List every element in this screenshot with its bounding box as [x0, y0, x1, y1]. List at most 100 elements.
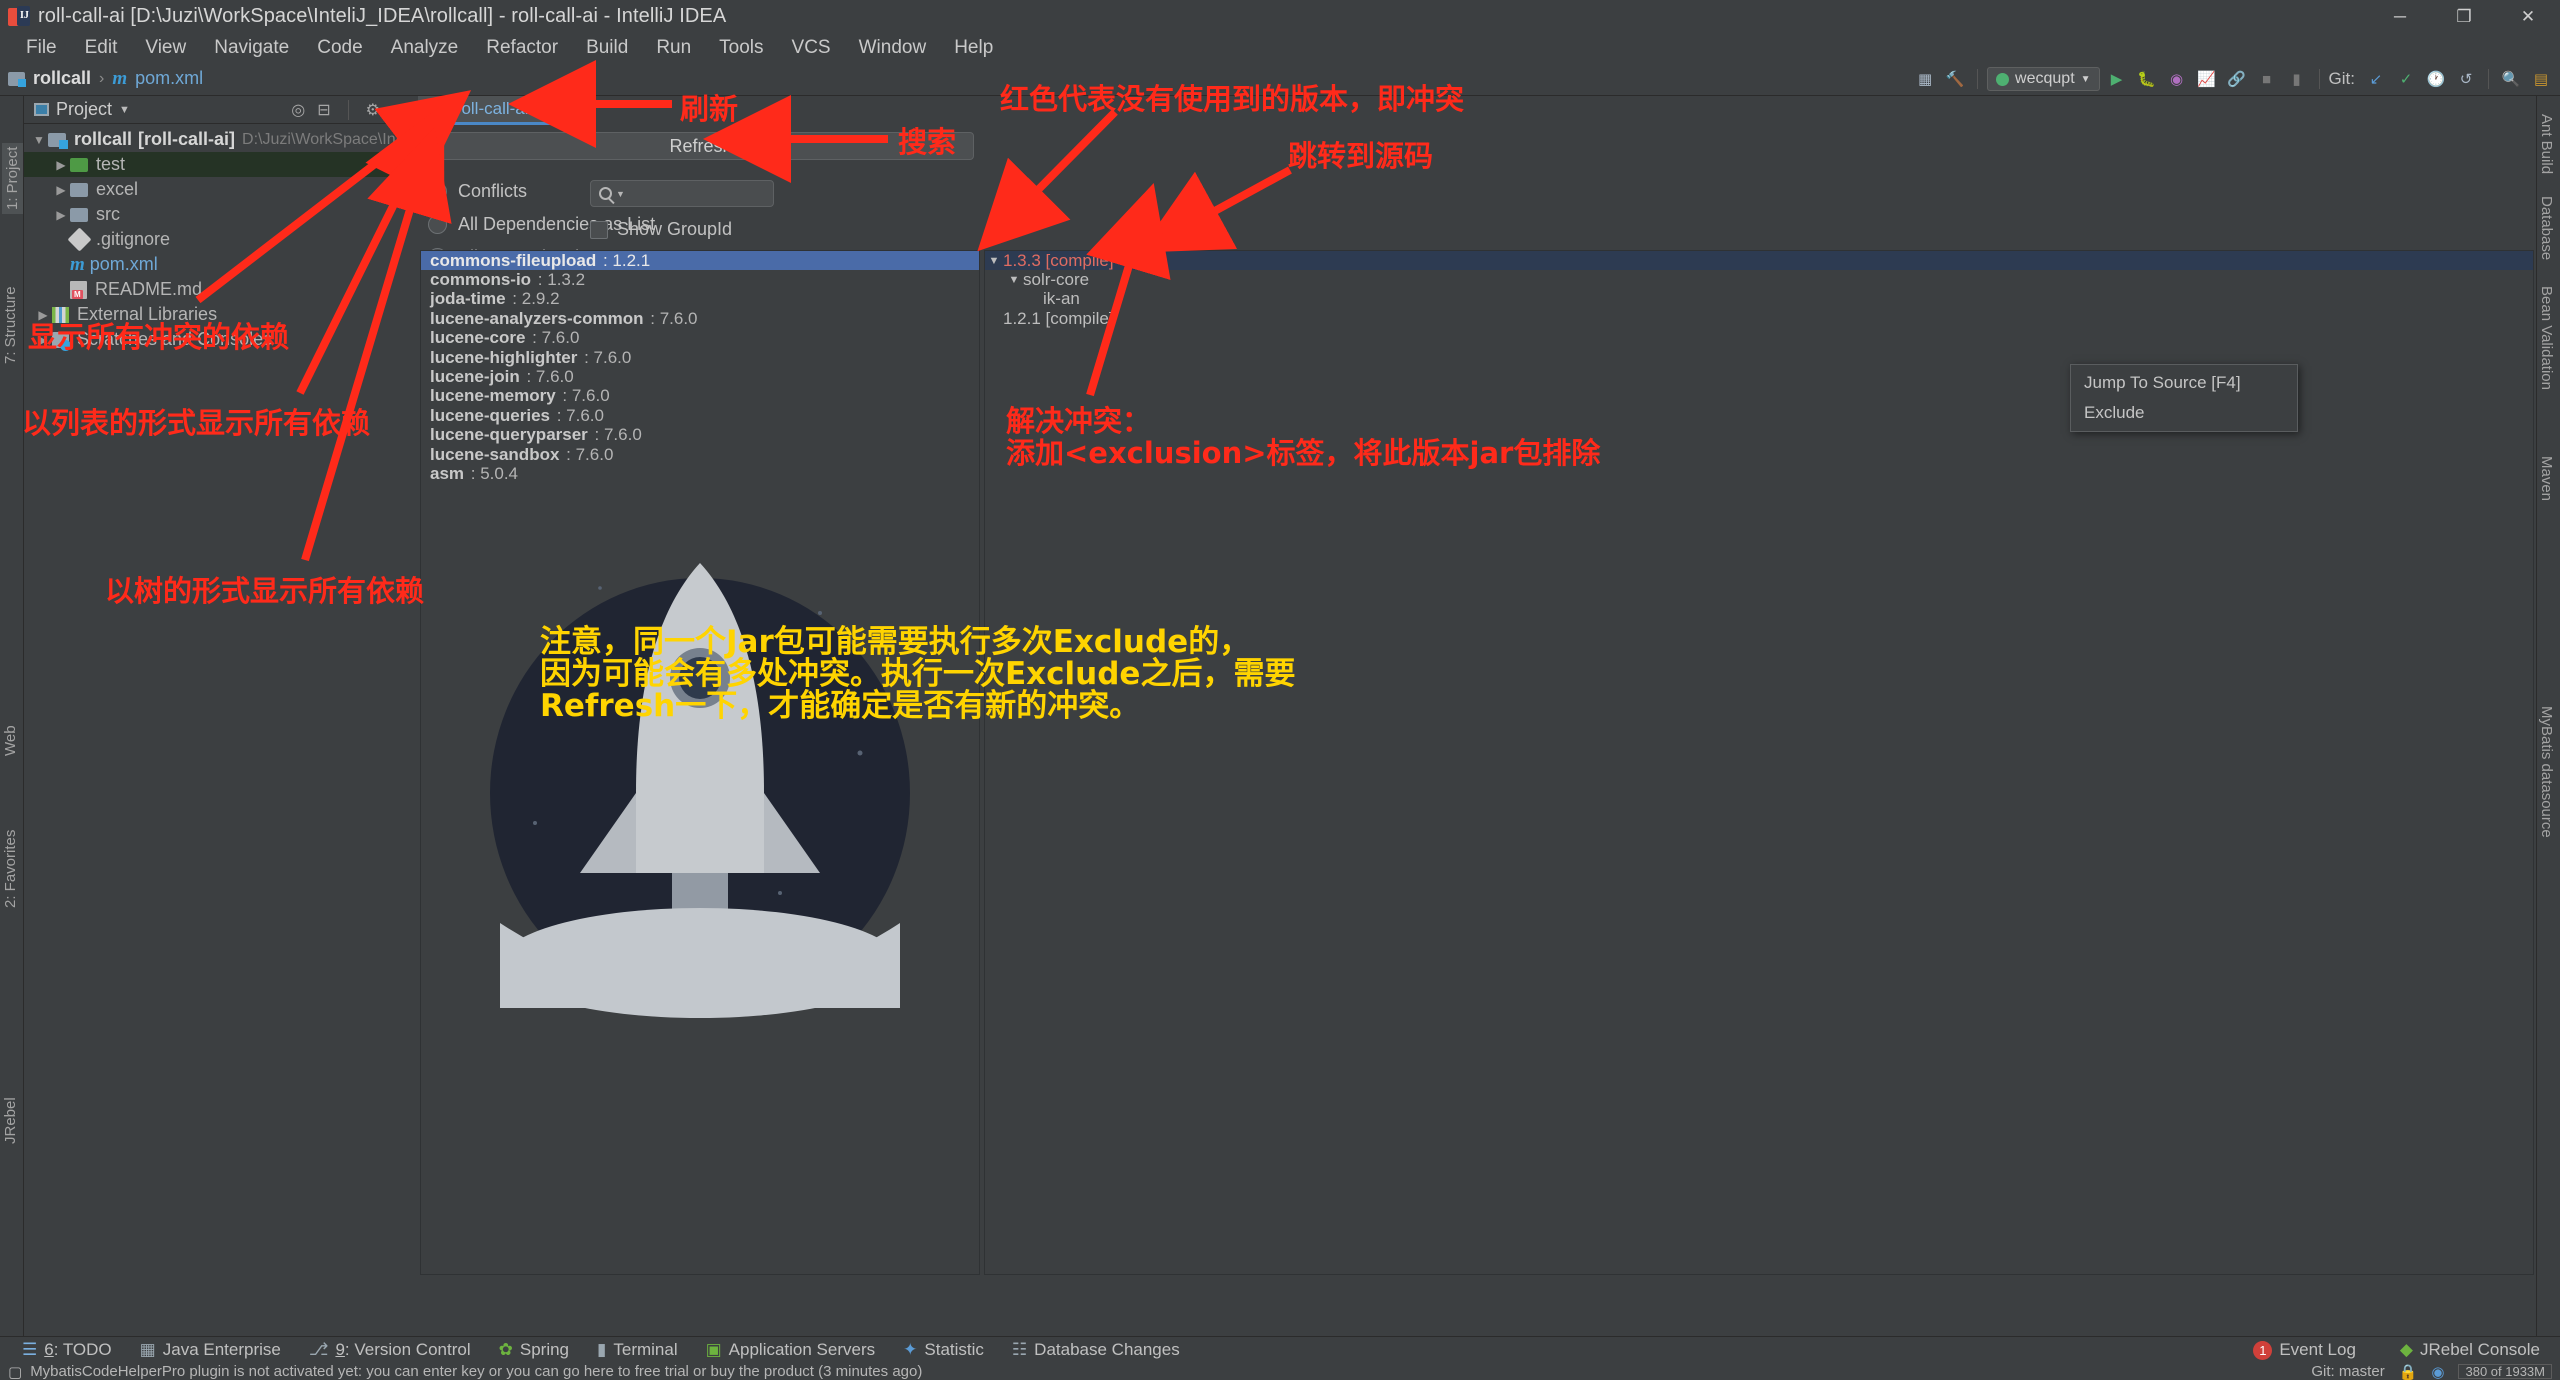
menu-code[interactable]: Code [303, 35, 376, 61]
tree-expander-icon[interactable]: ▶ [52, 208, 70, 222]
tree-item-test[interactable]: ▶ test [24, 152, 418, 177]
tree-expander-icon[interactable]: ▼ [30, 133, 48, 147]
hide-icon[interactable]: — [392, 101, 408, 119]
status-message[interactable]: MybatisCodeHelperPro plugin is not activ… [30, 1363, 922, 1380]
profile-icon[interactable]: 📈 [2194, 66, 2220, 92]
editor-tab-roll-call-ai[interactable]: m roll-call-ai ✕ [418, 96, 565, 125]
menu-build[interactable]: Build [572, 35, 642, 61]
sidebar-item-ant-build[interactable]: Ant Build [2538, 114, 2555, 174]
tree-expander-icon[interactable]: ▶ [52, 158, 70, 172]
tool-window-statistic[interactable]: ✦ Statistic [889, 1340, 998, 1360]
usage-tree-node[interactable]: ik-an [985, 289, 2533, 309]
menu-view[interactable]: View [131, 35, 200, 61]
sidebar-item-bean-validation[interactable]: Bean Validation [2538, 286, 2555, 390]
dependency-list[interactable]: commons-fileupload : 1.2.1 commons-io : … [420, 250, 980, 1275]
history-icon[interactable]: 🕐 [2423, 66, 2449, 92]
tool-window-jrebel-console[interactable]: ◆ JRebel Console [2386, 1340, 2554, 1360]
dependency-list-item[interactable]: commons-io : 1.3.2 [421, 270, 979, 289]
radio-list-indicator[interactable] [428, 215, 447, 234]
tree-expander-icon[interactable]: ▶ [52, 183, 70, 197]
dependency-list-item[interactable]: lucene-sandbox : 7.6.0 [421, 445, 979, 464]
dependency-usage-tree[interactable]: ▼ 1.3.3 [compile] ▼ solr-core ik-an 1.2.… [984, 250, 2534, 1275]
memory-indicator[interactable]: 380 of 1933M [2458, 1364, 2552, 1379]
menu-navigate[interactable]: Navigate [200, 35, 303, 61]
dependency-list-item[interactable]: lucene-highlighter : 7.6.0 [421, 348, 979, 367]
dependency-list-item[interactable]: lucene-join : 7.6.0 [421, 367, 979, 386]
sidebar-item-maven[interactable]: Maven [2538, 456, 2555, 501]
breadcrumb-project[interactable]: rollcall [33, 68, 91, 89]
tree-item-readme-md[interactable]: README.md [24, 277, 418, 302]
tool-window-java-enterprise[interactable]: ▦ Java Enterprise [126, 1340, 295, 1360]
breadcrumb-file[interactable]: pom.xml [135, 68, 203, 89]
dependency-list-item[interactable]: lucene-core : 7.6.0 [421, 328, 979, 348]
debug-icon[interactable]: 🐛 [2134, 66, 2160, 92]
settings-icon[interactable]: ▤ [2528, 66, 2554, 92]
collapse-all-icon[interactable]: ⊟ [317, 100, 330, 120]
search-input[interactable] [627, 184, 748, 203]
sidebar-item-database[interactable]: Database [2538, 196, 2555, 260]
tree-item-excel[interactable]: ▶ excel [24, 177, 418, 202]
menu-help[interactable]: Help [940, 35, 1007, 61]
sidebar-item-web[interactable]: Web [2, 725, 19, 756]
tool-window-spring[interactable]: ✿ Spring [485, 1340, 583, 1360]
commit-icon[interactable]: ✓ [2393, 66, 2419, 92]
sidebar-item-mybatis-datasource[interactable]: MyBatis datasource [2538, 706, 2555, 838]
sidebar-item-jrebel[interactable]: JRebel [2, 1097, 19, 1144]
locate-icon[interactable]: ◎ [291, 100, 305, 120]
context-menu-item-jump-to-source[interactable]: Jump To Source [F4] [2071, 368, 2297, 398]
minimize-button[interactable]: ─ [2368, 0, 2432, 33]
run-coverage-icon[interactable]: ◉ [2164, 66, 2190, 92]
menu-edit[interactable]: Edit [71, 35, 132, 61]
close-icon[interactable]: ✕ [541, 99, 554, 119]
menu-file[interactable]: File [12, 35, 71, 61]
tree-item-pom-xml[interactable]: m pom.xml [24, 252, 418, 277]
gear-icon[interactable]: ⚙ [366, 100, 380, 120]
tool-window-database-changes[interactable]: ☷ Database Changes [998, 1340, 1194, 1360]
context-menu-item-exclude[interactable]: Exclude [2071, 398, 2297, 428]
sidebar-item-structure[interactable]: 7: Structure [2, 286, 19, 364]
show-groupid-checkbox[interactable]: Show GroupId [590, 219, 732, 240]
lock-icon[interactable]: 🔒 [2399, 1363, 2418, 1380]
menu-vcs[interactable]: VCS [778, 35, 845, 61]
menu-refactor[interactable]: Refactor [472, 35, 572, 61]
build-icon[interactable]: ▦ [1912, 66, 1938, 92]
run-configuration-selector[interactable]: wecqupt ▼ [1987, 67, 2100, 91]
usage-tree-node[interactable]: ▼ 1.3.3 [compile] [985, 251, 2533, 271]
update-project-icon[interactable]: ↙ [2363, 66, 2389, 92]
tool-window-version-control[interactable]: ⎇ 9: Version Control [295, 1340, 485, 1360]
chevron-down-icon[interactable]: ▼ [616, 189, 625, 199]
tool-window-terminal[interactable]: ▮ Terminal [583, 1340, 692, 1360]
attach-icon[interactable]: 🔗 [2224, 66, 2250, 92]
chevron-down-icon[interactable]: ▼ [119, 104, 130, 116]
inspection-icon[interactable]: ◉ [2431, 1363, 2444, 1380]
search-field[interactable]: ▼ [590, 180, 774, 207]
hammer-icon[interactable]: 🔨 [1942, 66, 1968, 92]
dependency-list-item[interactable]: lucene-queryparser : 7.6.0 [421, 425, 979, 445]
usage-tree-node[interactable]: ▼ solr-core [985, 270, 2533, 289]
usage-tree-node[interactable]: 1.2.1 [compile] [985, 309, 2533, 328]
checkbox-indicator[interactable] [590, 220, 608, 239]
radio-conflicts-indicator[interactable] [428, 182, 447, 201]
dependency-list-item[interactable]: lucene-analyzers-common : 7.6.0 [421, 309, 979, 328]
sidebar-item-project[interactable]: 1: Project [2, 142, 23, 214]
refresh-button[interactable]: Refresh [428, 132, 974, 160]
tree-expander-icon[interactable]: ▼ [985, 255, 1003, 267]
revert-icon[interactable]: ↺ [2453, 66, 2479, 92]
tool-window-event-log[interactable]: 1 Event Log [2239, 1340, 2370, 1360]
tree-item-rollcall[interactable]: ▼ rollcall [roll-call-ai] D:\Juzi\WorkSp… [24, 127, 520, 152]
tool-window-todo[interactable]: ☰ 6: TODO [8, 1340, 126, 1360]
search-everywhere-icon[interactable]: 🔍 [2498, 66, 2524, 92]
tool-window-application-servers[interactable]: ▣ Application Servers [692, 1340, 890, 1360]
menu-window[interactable]: Window [845, 35, 941, 61]
dependency-list-item[interactable]: lucene-memory : 7.6.0 [421, 386, 979, 406]
menu-run[interactable]: Run [642, 35, 705, 61]
menu-tools[interactable]: Tools [705, 35, 777, 61]
tree-item-src[interactable]: ▶ src [24, 202, 418, 227]
tree-item-gitignore[interactable]: .gitignore [24, 227, 418, 252]
tree-expander-icon[interactable]: ▼ [1005, 274, 1023, 286]
sidebar-item-favorites[interactable]: 2: Favorites [2, 830, 19, 908]
git-branch-indicator[interactable]: Git: master [2311, 1363, 2384, 1380]
dependency-list-item[interactable]: joda-time : 2.9.2 [421, 289, 979, 309]
close-button[interactable]: ✕ [2496, 0, 2560, 33]
dependency-list-item[interactable]: commons-fileupload : 1.2.1 [421, 251, 979, 271]
